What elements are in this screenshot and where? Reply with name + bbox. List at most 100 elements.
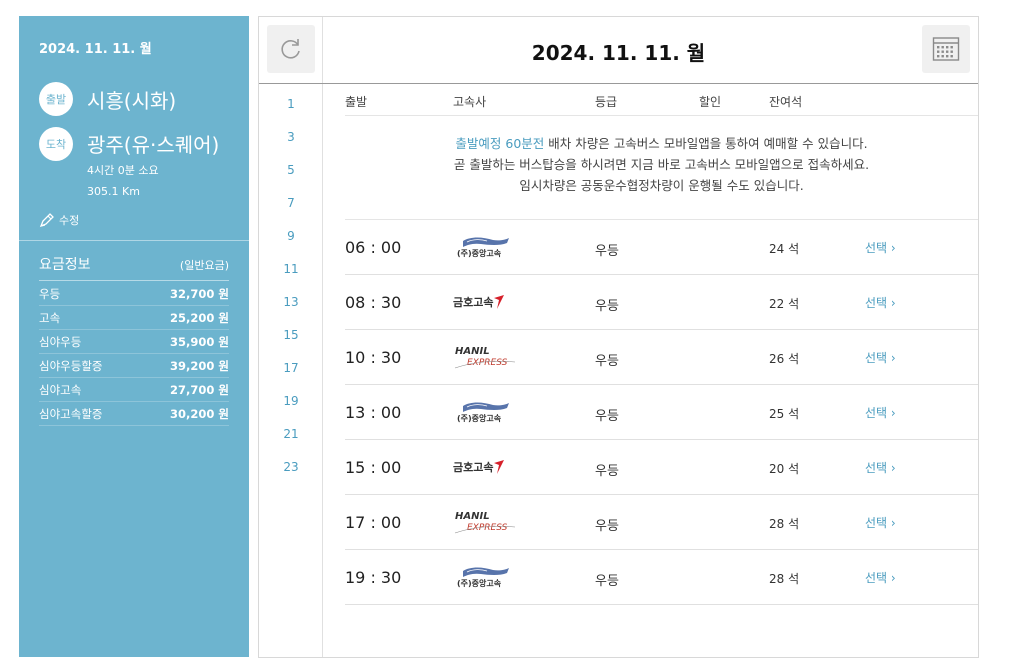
bus-grade: 우등 [595, 519, 619, 534]
fare-row: 심야고속할증 30,200 원 [39, 402, 229, 426]
select-button[interactable]: 선택 › [865, 239, 896, 256]
bus-grade: 우등 [595, 354, 619, 369]
column-header-grade: 등급 [595, 95, 618, 109]
hour-filter-9[interactable]: 9 [259, 229, 323, 243]
remaining-seats: 28 석 [769, 572, 800, 586]
select-label: 선택 [865, 351, 888, 365]
fare-row: 심야고속 27,700 원 [39, 378, 229, 402]
fare-title: 요금정보 [39, 257, 91, 273]
bus-grade: 우등 [595, 409, 619, 424]
fare-price: 32,700 원 [170, 286, 229, 301]
select-label: 선택 [865, 406, 888, 420]
calendar-button[interactable] [922, 25, 970, 73]
sidebar-divider [19, 240, 249, 241]
page-title: 2024. 11. 11. 월 [531, 41, 706, 65]
departure-badge: 출발 [39, 82, 73, 116]
edit-route-button[interactable]: 수정 [39, 212, 79, 228]
company-logo-joongang: (주)중앙고속 [453, 399, 543, 425]
fare-row: 심야우등할증 39,200 원 [39, 354, 229, 378]
hour-filter-column: 1 3 5 7 9 11 13 15 17 19 21 23 [259, 17, 323, 657]
arrival-city: 광주(유·스퀘어) [87, 133, 220, 157]
schedule-panel: 1 3 5 7 9 11 13 15 17 19 21 23 2024. 11.… [258, 16, 979, 658]
schedule-row: 06 : 00 (주)중앙고속 우등 24 석 선택 › [345, 220, 978, 275]
trip-duration: 4시간 0분 소요 [87, 164, 159, 177]
remaining-seats: 22 석 [769, 297, 800, 311]
fare-list: 우등 32,700 원 고속 25,200 원 심야우등 35,900 원 심야… [39, 282, 229, 426]
hanil-express-logo-icon: HANIL EXPRESS [454, 346, 516, 369]
hour-filter-19[interactable]: 19 [259, 394, 323, 408]
fare-name: 심야고속할증 [39, 406, 103, 421]
fare-price: 39,200 원 [170, 358, 229, 373]
remaining-seats: 26 석 [769, 352, 800, 366]
edit-label: 수정 [59, 214, 80, 227]
bus-grade: 우등 [595, 574, 619, 589]
company-name: 금호고속 [453, 296, 494, 309]
notice-highlight: 출발예정 60분전 [455, 136, 545, 151]
chevron-right-icon: › [890, 571, 896, 585]
select-button[interactable]: 선택 › [865, 349, 896, 366]
fare-price: 25,200 원 [170, 310, 229, 325]
select-button[interactable]: 선택 › [865, 404, 896, 421]
hour-filter-5[interactable]: 5 [259, 163, 323, 177]
company-logo-hanil: HANIL EXPRESS [453, 344, 543, 370]
company-name: 금호고속 [453, 461, 494, 474]
hour-filter-17[interactable]: 17 [259, 361, 323, 375]
fare-name: 심야고속 [39, 382, 82, 397]
hour-filter-21[interactable]: 21 [259, 427, 323, 441]
bus-grade: 우등 [595, 464, 619, 479]
joongang-logo-icon: (주)중앙고속 [457, 402, 509, 423]
fare-name: 심야우등할증 [39, 358, 103, 373]
refresh-button[interactable] [267, 25, 315, 73]
schedule-row: 13 : 00 (주)중앙고속 우등 25 석 선택 › [345, 385, 978, 440]
bus-grade: 우등 [595, 299, 619, 314]
remaining-seats: 28 석 [769, 517, 800, 531]
calendar-icon [932, 37, 960, 61]
fare-header: 요금정보 (일반요금) [39, 254, 229, 281]
svg-text:(주)중앙고속: (주)중앙고속 [457, 413, 502, 423]
hour-filter-11[interactable]: 11 [259, 262, 323, 276]
chevron-right-icon: › [890, 406, 896, 420]
hour-filter-15[interactable]: 15 [259, 328, 323, 342]
fare-price: 30,200 원 [170, 406, 229, 421]
select-button[interactable]: 선택 › [865, 459, 896, 476]
arrival-badge: 도착 [39, 127, 73, 161]
select-button[interactable]: 선택 › [865, 514, 896, 531]
bus-grade: 우등 [595, 244, 619, 259]
company-logo-kumho: 금호고속 [453, 289, 543, 315]
sidebar-date: 2024. 11. 11. 월 [39, 42, 152, 57]
chevron-right-icon: › [890, 516, 896, 530]
departure-time: 06 : 00 [345, 238, 402, 257]
fare-price: 35,900 원 [170, 334, 229, 349]
select-button[interactable]: 선택 › [865, 294, 896, 311]
remaining-seats: 24 석 [769, 242, 800, 256]
column-header-divider [345, 115, 978, 116]
fare-name: 고속 [39, 310, 61, 325]
notice-line-1-text: 배차 차량은 고속버스 모바일앱을 통하여 예매할 수 있습니다. [544, 136, 868, 151]
hour-filter-13[interactable]: 13 [259, 295, 323, 309]
departure-city: 시흥(시화) [87, 89, 177, 113]
route-summary-panel: 2024. 11. 11. 월 출발 시흥(시화) 도착 광주(유·스퀘어) 4… [19, 16, 249, 657]
schedule-row: 17 : 00 HANIL EXPRESS 우등 28 석 선택 › [345, 495, 978, 550]
hanil-express-logo-icon: HANIL EXPRESS [454, 511, 516, 534]
remaining-seats: 20 석 [769, 462, 800, 476]
departure-time: 08 : 30 [345, 293, 402, 312]
joongang-logo-icon: (주)중앙고속 [457, 567, 509, 588]
chevron-right-icon: › [890, 351, 896, 365]
company-logo-joongang: (주)중앙고속 [453, 234, 543, 260]
column-header-departure: 출발 [345, 95, 368, 109]
fare-name: 심야우등 [39, 334, 82, 349]
company-logo-kumho: 금호고속 [453, 454, 543, 480]
fare-price: 27,700 원 [170, 382, 229, 397]
hour-filter-23[interactable]: 23 [259, 460, 323, 474]
departure-time: 17 : 00 [345, 513, 402, 532]
kumho-arrow-icon [494, 295, 505, 309]
chevron-right-icon: › [890, 241, 896, 255]
hour-filter-1[interactable]: 1 [259, 97, 323, 111]
select-button[interactable]: 선택 › [865, 569, 896, 586]
svg-text:EXPRESS: EXPRESS [467, 358, 508, 368]
pencil-icon [39, 213, 54, 228]
joongang-logo-icon: (주)중앙고속 [457, 237, 509, 258]
hour-filter-7[interactable]: 7 [259, 196, 323, 210]
hour-filter-3[interactable]: 3 [259, 130, 323, 144]
fare-subtitle: (일반요금) [179, 259, 229, 272]
